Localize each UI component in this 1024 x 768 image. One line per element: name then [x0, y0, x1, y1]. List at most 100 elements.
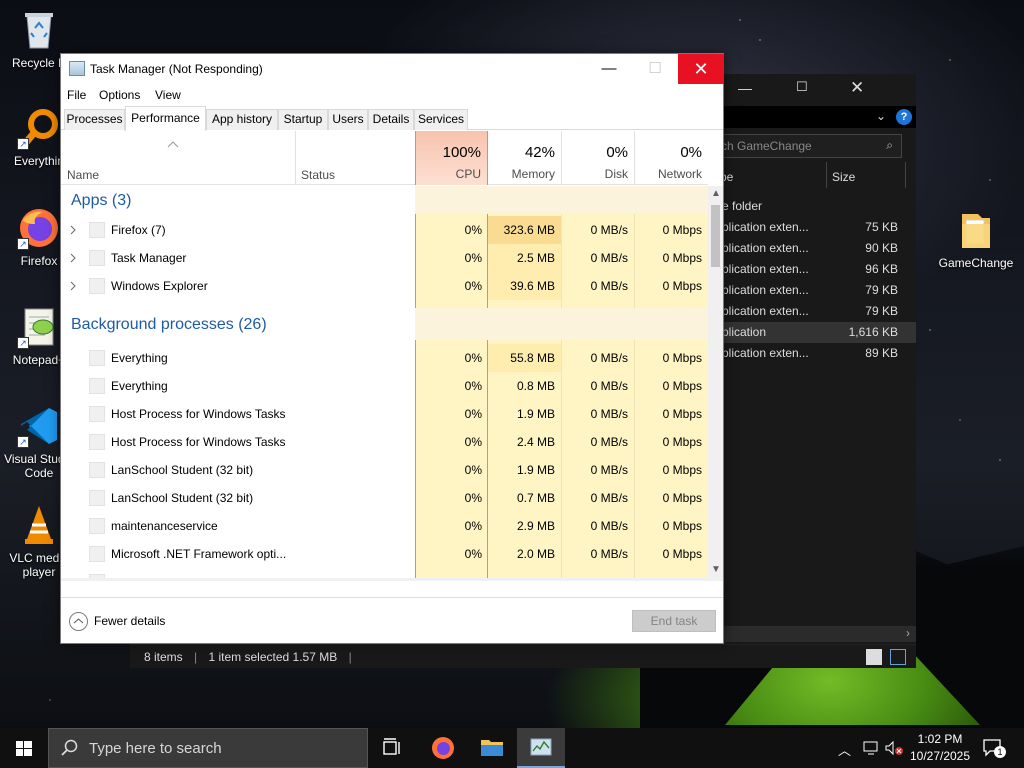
- start-button[interactable]: [0, 728, 48, 768]
- table-row[interactable]: Everything 0% 55.8 MB 0 MB/s 0 Mbps: [61, 344, 708, 372]
- network-icon[interactable]: [862, 740, 880, 756]
- explorer-horizontal-scrollbar[interactable]: ›: [710, 626, 916, 642]
- list-item[interactable]: plication exten... 79 KB: [710, 301, 916, 322]
- list-item[interactable]: plication exten... 96 KB: [710, 259, 916, 280]
- taskbar-firefox[interactable]: [419, 728, 467, 768]
- details-view-icon[interactable]: [866, 649, 882, 665]
- column-network[interactable]: 0% Network: [634, 131, 708, 185]
- column-memory[interactable]: 42% Memory: [488, 131, 561, 185]
- table-row[interactable]: Host Process for Windows Tasks 0% 2.4 MB…: [61, 428, 708, 456]
- group-header-apps[interactable]: Apps (3): [61, 186, 708, 214]
- close-icon[interactable]: ✕: [850, 78, 864, 98]
- action-center-button[interactable]: 1: [982, 738, 1006, 758]
- scroll-up-icon[interactable]: ▲: [711, 188, 721, 199]
- list-item[interactable]: plication exten... 90 KB: [710, 238, 916, 259]
- tab-processes[interactable]: Processes: [64, 109, 125, 130]
- fewer-details-link[interactable]: Fewer details: [94, 614, 165, 628]
- desktop-icon-gamechange[interactable]: GameChange: [936, 208, 1016, 270]
- help-icon[interactable]: ?: [896, 109, 912, 125]
- scroll-left-icon[interactable]: ◀: [65, 580, 73, 581]
- explorer-search-input[interactable]: rch GameChange ⌕: [710, 134, 902, 158]
- disk-value: 0 MB/s: [590, 463, 628, 477]
- group-header-background[interactable]: Background processes (26): [61, 308, 708, 340]
- chevron-right-icon[interactable]: [69, 280, 77, 292]
- minimize-button[interactable]: —: [586, 54, 632, 84]
- list-item[interactable]: plication exten... 89 KB: [710, 343, 916, 364]
- horizontal-scrollbar[interactable]: ◀ ▶: [61, 578, 723, 581]
- scroll-right-icon[interactable]: ▶: [695, 580, 703, 581]
- tab-details[interactable]: Details: [368, 109, 414, 130]
- tab-app-history[interactable]: App history: [206, 109, 278, 130]
- item-type: plication exten...: [722, 304, 809, 318]
- maximize-icon[interactable]: ☐: [796, 79, 808, 95]
- volume-muted-icon[interactable]: [884, 740, 904, 756]
- task-manager-titlebar[interactable]: Task Manager (Not Responding) — ☐ ✕: [61, 54, 724, 84]
- end-task-button[interactable]: End task: [632, 610, 716, 632]
- notification-badge: 1: [994, 746, 1006, 758]
- item-size: 79 KB: [865, 304, 898, 318]
- clock[interactable]: 1:02 PM 10/27/2025: [906, 731, 974, 765]
- process-name: Task Manager: [111, 251, 187, 265]
- chevron-up-circle-icon[interactable]: [69, 612, 88, 631]
- list-item-selected[interactable]: plication 1,616 KB: [710, 322, 916, 343]
- shortcut-arrow-icon: ↗: [17, 138, 29, 150]
- tab-performance[interactable]: Performance: [125, 106, 206, 131]
- minimize-icon[interactable]: —: [738, 80, 752, 96]
- column-size[interactable]: Size: [832, 170, 855, 184]
- table-row[interactable]: LanSchool Student (32 bit) 0% 0.7 MB 0 M…: [61, 484, 708, 512]
- chevron-up-icon[interactable]: ︿: [838, 740, 851, 759]
- chevron-down-icon[interactable]: ⌄: [876, 109, 886, 123]
- chevron-right-icon[interactable]: [69, 224, 77, 236]
- shortcut-arrow-icon: ↗: [17, 238, 29, 250]
- scroll-down-icon[interactable]: ▼: [711, 564, 721, 575]
- shortcut-arrow-icon: ↗: [17, 436, 29, 448]
- table-row[interactable]: LanSchool Student (32 bit) 0% 1.9 MB 0 M…: [61, 456, 708, 484]
- table-row[interactable]: Windows Explorer 0% 39.6 MB 0 MB/s 0 Mbp…: [61, 272, 708, 300]
- tab-startup[interactable]: Startup: [278, 109, 328, 130]
- process-icon: [89, 378, 105, 394]
- menu-file[interactable]: File: [67, 88, 86, 102]
- list-item[interactable]: plication exten... 79 KB: [710, 280, 916, 301]
- close-button[interactable]: ✕: [678, 54, 724, 84]
- taskbar-file-explorer[interactable]: [468, 728, 516, 768]
- tiles-view-icon[interactable]: [890, 649, 906, 665]
- taskbar-search-box[interactable]: Type here to search: [48, 728, 368, 768]
- column-name[interactable]: Name: [67, 168, 99, 182]
- task-view-button[interactable]: [368, 728, 416, 768]
- table-row[interactable]: Task Manager 0% 2.5 MB 0 MB/s 0 Mbps: [61, 244, 708, 272]
- table-row[interactable]: Firefox (7) 0% 323.6 MB 0 MB/s 0 Mbps: [61, 216, 708, 244]
- menu-options[interactable]: Options: [99, 88, 140, 102]
- column-disk[interactable]: 0% Disk: [561, 131, 634, 185]
- item-type: plication exten...: [722, 262, 809, 276]
- list-item[interactable]: plication exten... 75 KB: [710, 217, 916, 238]
- chevron-right-icon[interactable]: [69, 252, 77, 264]
- menu-view[interactable]: View: [155, 88, 181, 102]
- memory-value: 39.6 MB: [510, 279, 555, 293]
- scrollbar-thumb[interactable]: [711, 205, 720, 267]
- tab-users[interactable]: Users: [328, 109, 368, 130]
- table-row[interactable]: Microsoft .NET Framework opti... 0% 2.0 …: [61, 540, 708, 568]
- memory-value: 55.8 MB: [510, 351, 555, 365]
- table-row[interactable]: maintenanceservice 0% 2.9 MB 0 MB/s 0 Mb…: [61, 512, 708, 540]
- process-icon: [89, 546, 105, 562]
- memory-value: 1.9 MB: [516, 407, 555, 421]
- item-size: 1,616 KB: [848, 325, 898, 339]
- column-cpu[interactable]: 100% CPU: [415, 131, 488, 185]
- disk-value: 0 MB/s: [590, 351, 628, 365]
- tab-services[interactable]: Services: [414, 109, 468, 130]
- column-divider: [826, 162, 827, 188]
- vertical-scrollbar[interactable]: ▲ ▼: [708, 186, 723, 578]
- taskbar-task-manager[interactable]: [517, 728, 565, 768]
- table-row[interactable]: Everything 0% 0.8 MB 0 MB/s 0 Mbps: [61, 372, 708, 400]
- maximize-button[interactable]: ☐: [632, 54, 678, 84]
- list-item[interactable]: e folder: [710, 196, 916, 217]
- chevron-right-icon[interactable]: ›: [906, 626, 910, 640]
- network-value: 0 Mbps: [662, 379, 702, 393]
- cpu-value: 0%: [464, 463, 482, 477]
- task-manager-window[interactable]: Task Manager (Not Responding) — ☐ ✕ File…: [60, 53, 724, 644]
- status-selection: 1 item selected 1.57 MB: [208, 650, 338, 664]
- column-status[interactable]: Status: [301, 168, 335, 182]
- table-header: Name Status 100% CPU 42% Memory 0% Disk …: [61, 131, 708, 185]
- table-row[interactable]: Host Process for Windows Tasks 0% 1.9 MB…: [61, 400, 708, 428]
- table-row[interactable]: [61, 568, 708, 578]
